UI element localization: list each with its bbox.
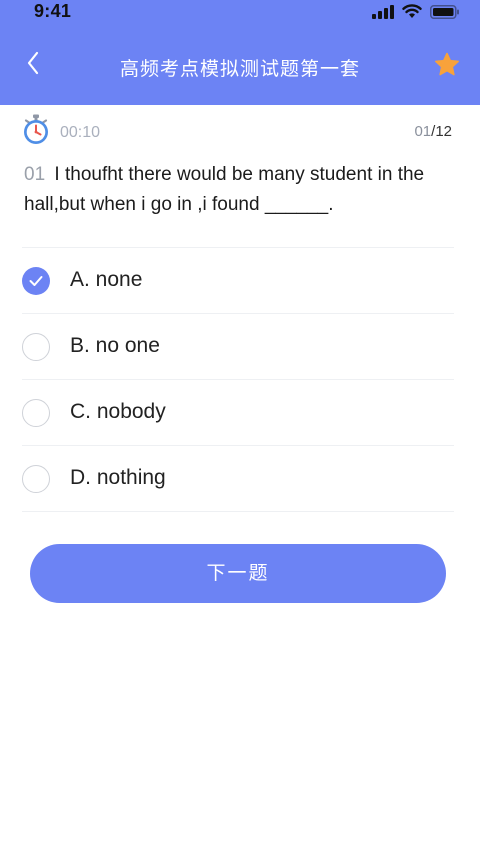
question-number: 01 <box>24 164 46 185</box>
meta-row: 00:10 01/12 <box>22 114 452 148</box>
option-c[interactable]: C. nobody <box>22 380 454 446</box>
status-bar: 9:41 <box>0 0 480 26</box>
progress-current: 01 <box>414 123 432 140</box>
option-a[interactable]: A. none <box>22 248 454 314</box>
star-icon <box>434 52 460 82</box>
option-label: A. none <box>70 268 143 291</box>
progress-total: 12 <box>435 123 452 140</box>
radio-empty-icon[interactable] <box>22 399 50 427</box>
option-label: D. nothing <box>70 466 166 489</box>
radio-checked-icon[interactable] <box>22 267 50 295</box>
option-label: B. no one <box>70 334 160 357</box>
option-b[interactable]: B. no one <box>22 314 454 380</box>
question-body: I thoufht there would be many student in… <box>24 164 425 215</box>
option-label: C. nobody <box>70 400 166 423</box>
next-question-button[interactable]: 下一题 <box>30 544 446 603</box>
status-time: 9:41 <box>34 1 72 21</box>
radio-empty-icon[interactable] <box>22 333 50 361</box>
radio-empty-icon[interactable] <box>22 465 50 493</box>
page-title: 高频考点模拟测试题第一套 <box>119 58 360 80</box>
nav-bar: 高频考点模拟测试题第一套 <box>0 40 480 92</box>
wifi-icon <box>402 4 422 24</box>
question-progress: 01/12 <box>414 123 452 140</box>
favorite-button[interactable] <box>430 50 464 84</box>
option-d[interactable]: D. nothing <box>22 446 454 512</box>
stopwatch-icon <box>22 114 50 151</box>
battery-icon <box>430 4 460 24</box>
options-list: A. none B. no one C. nobody D. nothing <box>22 247 454 512</box>
header-bar: 9:41 高频考点模拟测试题第一套 <box>0 0 480 105</box>
question-text: 01 I thoufht there would be many student… <box>24 160 450 220</box>
status-icons <box>372 4 460 24</box>
signal-icon <box>372 4 394 24</box>
elapsed-time: 00:10 <box>60 124 101 141</box>
